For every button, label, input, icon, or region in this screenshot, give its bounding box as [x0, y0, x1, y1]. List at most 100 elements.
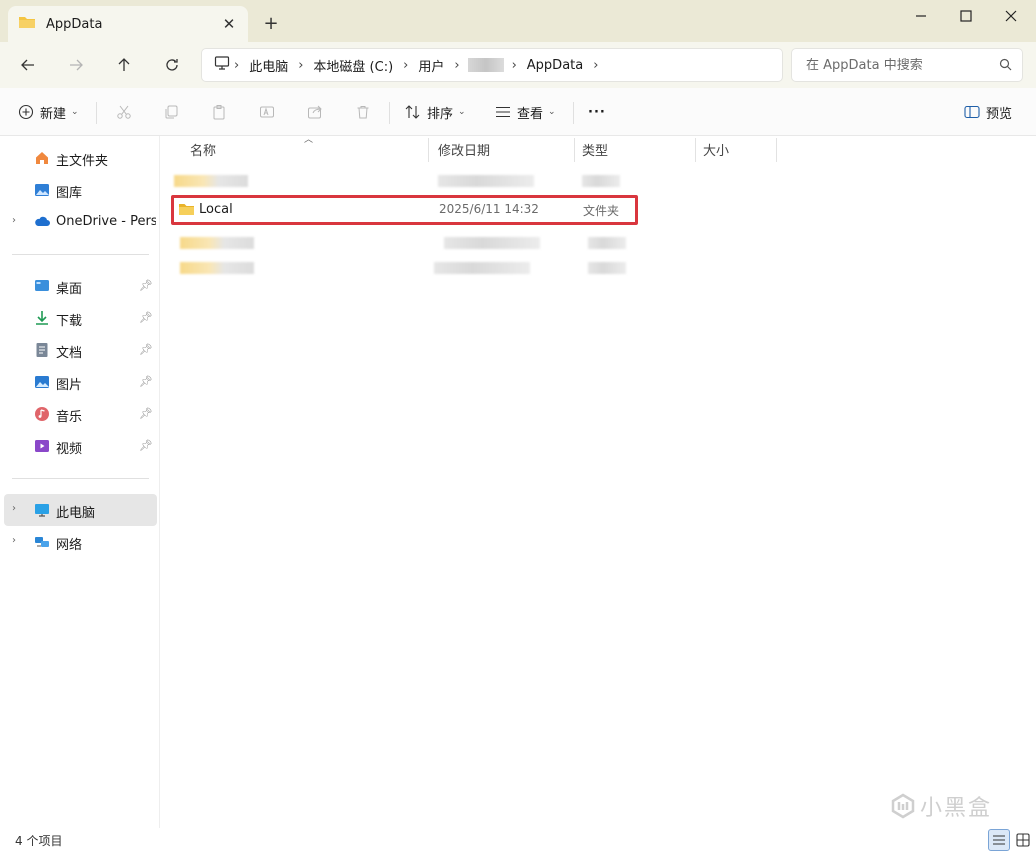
delete-button[interactable]: [351, 100, 375, 124]
home-icon: [34, 150, 50, 166]
pin-icon[interactable]: 📌︎: [139, 311, 153, 324]
title-bar: AppData ✕ +: [0, 0, 1036, 42]
new-label: 新建: [40, 106, 67, 122]
copy-button[interactable]: [159, 100, 183, 124]
new-tab-button[interactable]: +: [258, 10, 284, 36]
forward-button[interactable]: [60, 50, 92, 80]
redacted-name: [180, 262, 254, 274]
chevron-right-icon[interactable]: ›: [12, 503, 16, 514]
redacted-type: [582, 175, 620, 187]
breadcrumb-appdata[interactable]: AppData: [521, 58, 589, 73]
breadcrumb-this-pc[interactable]: 此电脑: [243, 56, 294, 75]
chevron-down-icon: ⌄: [458, 107, 466, 117]
more-options-button[interactable]: ···: [588, 98, 606, 126]
tab-appdata[interactable]: AppData ✕: [8, 6, 248, 42]
plus-circle-icon: [18, 104, 34, 120]
sidebar-item-desktop[interactable]: 桌面 📌︎: [4, 270, 157, 302]
gallery-icon: [34, 182, 50, 198]
pin-icon[interactable]: 📌︎: [139, 375, 153, 388]
sidebar-item-documents[interactable]: 文档 📌︎: [4, 334, 157, 366]
share-button[interactable]: [303, 100, 327, 124]
close-window-button[interactable]: [988, 0, 1034, 32]
list-item-redacted[interactable]: [172, 236, 642, 262]
rename-icon: [260, 106, 274, 118]
maximize-button[interactable]: [943, 0, 989, 32]
video-icon: [34, 438, 50, 454]
column-divider[interactable]: [695, 138, 696, 162]
sidebar-item-gallery[interactable]: 图库: [4, 174, 157, 206]
column-divider[interactable]: [428, 138, 429, 162]
download-icon: [34, 310, 50, 326]
list-item-local[interactable]: Local 2025/6/11 14:32 文件夹: [178, 200, 634, 220]
search-box[interactable]: [791, 48, 1023, 82]
view-label: 查看: [517, 106, 544, 122]
search-input[interactable]: [806, 57, 996, 73]
chevron-right-icon: ›: [511, 57, 517, 73]
search-icon[interactable]: [999, 58, 1012, 75]
chevron-right-icon: ›: [403, 57, 409, 73]
folder-icon: [18, 15, 36, 33]
sidebar-item-pictures[interactable]: 图片 📌︎: [4, 366, 157, 398]
up-button[interactable]: [108, 50, 140, 80]
network-icon: [34, 534, 50, 550]
sort-icon: [405, 105, 420, 119]
redacted-name: [180, 237, 254, 249]
breadcrumb-users[interactable]: 用户: [412, 56, 450, 75]
trash-icon: [357, 106, 369, 119]
sidebar-item-music[interactable]: 音乐 📌︎: [4, 398, 157, 430]
pin-icon[interactable]: 📌︎: [139, 407, 153, 420]
sidebar-item-videos[interactable]: 视频 📌︎: [4, 430, 157, 462]
chevron-right-icon: ›: [298, 57, 304, 73]
address-bar[interactable]: › 此电脑 › 本地磁盘 (C:) › 用户 › › AppData ›: [201, 48, 783, 82]
address-row: › 此电脑 › 本地磁盘 (C:) › 用户 › › AppData ›: [0, 42, 1036, 88]
sidebar-item-onedrive[interactable]: › OneDrive - Perso: [4, 206, 157, 238]
details-view-button[interactable]: [988, 829, 1010, 851]
chevron-right-icon[interactable]: ›: [12, 215, 16, 226]
sidebar-item-label: 主文件夹: [56, 154, 109, 169]
music-icon: [34, 406, 50, 422]
minimize-button[interactable]: [898, 0, 944, 32]
divider: [96, 102, 97, 124]
close-tab-button[interactable]: ✕: [218, 13, 240, 35]
view-list-icon: [496, 106, 510, 118]
sort-ascending-icon: ︿: [304, 135, 314, 145]
folder-icon: [178, 202, 195, 220]
chevron-right-icon[interactable]: ›: [12, 535, 16, 546]
paste-button[interactable]: [207, 100, 231, 124]
file-date: 2025/6/11 14:32: [439, 202, 539, 216]
refresh-button[interactable]: [156, 50, 188, 80]
sidebar-item-this-pc[interactable]: › 此电脑: [4, 494, 157, 526]
tiles-view-icon: [1016, 833, 1030, 847]
column-header-name[interactable]: 名称: [190, 140, 216, 159]
pin-icon[interactable]: 📌︎: [139, 439, 153, 452]
pictures-icon: [34, 374, 50, 390]
column-divider[interactable]: [776, 138, 777, 162]
pin-icon[interactable]: 📌︎: [139, 343, 153, 356]
column-divider[interactable]: [574, 138, 575, 162]
sidebar-item-home[interactable]: 主文件夹: [4, 142, 157, 174]
new-button[interactable]: 新建 ⌄: [18, 98, 79, 126]
preview-button[interactable]: 预览: [964, 98, 1012, 126]
status-bar: 4 个项目: [0, 828, 1036, 852]
column-header-size[interactable]: 大小: [703, 140, 729, 159]
sidebar-item-downloads[interactable]: 下载 📌︎: [4, 302, 157, 334]
divider: [573, 102, 574, 124]
file-type: 文件夹: [583, 204, 620, 218]
pin-icon[interactable]: 📌︎: [139, 279, 153, 292]
column-header-type[interactable]: 类型: [582, 140, 608, 159]
view-button[interactable]: 查看 ⌄: [495, 98, 556, 126]
rename-button[interactable]: [255, 100, 279, 124]
sort-button[interactable]: 排序 ⌄: [405, 98, 466, 126]
back-button[interactable]: [12, 50, 44, 80]
tiles-view-button[interactable]: [1012, 829, 1034, 851]
cut-button[interactable]: [112, 100, 136, 124]
breadcrumb-username-redacted[interactable]: [467, 58, 504, 72]
redacted-date: [444, 237, 540, 249]
sort-label: 排序: [427, 106, 454, 122]
breadcrumb-local-disk[interactable]: 本地磁盘 (C:): [307, 56, 399, 75]
column-header-date[interactable]: 修改日期: [438, 140, 490, 159]
list-item-redacted[interactable]: [172, 261, 642, 287]
divider: [12, 478, 149, 479]
sidebar-item-network[interactable]: › 网络: [4, 526, 157, 558]
redacted-date: [434, 262, 530, 274]
